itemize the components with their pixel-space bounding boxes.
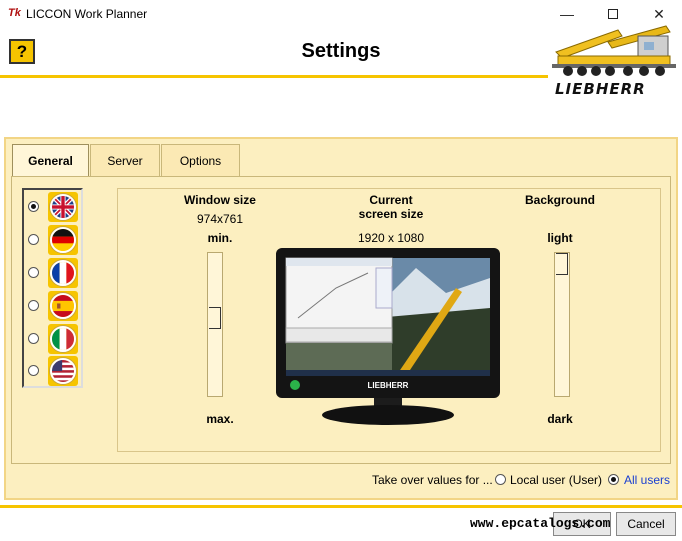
take-over-label: Take over values for ...: [372, 473, 493, 487]
take-over-all-users[interactable]: All users: [606, 471, 676, 489]
language-option-french[interactable]: [26, 258, 78, 288]
france-flag-icon: [50, 260, 76, 286]
language-option-english[interactable]: [26, 192, 78, 222]
screen-size-heading-line1: Current: [369, 193, 413, 207]
background-slider[interactable]: [554, 252, 570, 397]
language-radio[interactable]: [28, 267, 39, 278]
window-size-slider-thumb[interactable]: [209, 307, 221, 329]
screen-size-value: 1920 x 1080: [357, 231, 425, 245]
tk-app-icon: Tk: [8, 7, 21, 19]
background-heading: Background: [524, 193, 595, 207]
close-icon: ✕: [653, 5, 665, 22]
tab-general[interactable]: General: [12, 144, 89, 177]
language-radio[interactable]: [28, 333, 39, 344]
germany-flag-icon: [50, 227, 76, 253]
background-dark-label: dark: [547, 412, 573, 426]
italy-flag-icon: [50, 326, 76, 352]
maximize-icon: [608, 9, 618, 19]
monitor-illustration: LIEBHERR: [276, 248, 500, 425]
language-radio[interactable]: [28, 201, 39, 212]
take-over-all-users-label: All users: [624, 473, 671, 487]
window-title: LICCON Work Planner: [26, 7, 148, 21]
crane-illustration: [552, 25, 676, 76]
tab-server[interactable]: Server: [90, 144, 160, 177]
take-over-radio[interactable]: [608, 474, 619, 485]
window-size-max-label: max.: [206, 412, 234, 426]
take-over-radio[interactable]: [495, 474, 506, 485]
spain-flag-icon: [50, 293, 76, 319]
monitor-brand: LIEBHERR: [368, 381, 409, 390]
language-option-italian[interactable]: [26, 324, 78, 354]
header-divider: [0, 75, 548, 78]
language-option-german[interactable]: [26, 225, 78, 255]
uk-flag-icon: [50, 194, 76, 220]
background-slider-thumb[interactable]: [556, 253, 568, 275]
language-radio[interactable]: [28, 365, 39, 376]
footer-divider: [0, 505, 682, 508]
usa-flag-icon: [50, 358, 76, 384]
background-light-label: light: [547, 231, 573, 245]
cancel-button[interactable]: Cancel: [616, 512, 676, 536]
take-over-local-user-label: Local user (User): [510, 473, 603, 487]
window-size-min-label: min.: [207, 231, 233, 245]
window-size-value: 974x761: [196, 212, 244, 226]
take-over-local-user[interactable]: Local user (User): [493, 471, 613, 489]
language-radio[interactable]: [28, 300, 39, 311]
window-size-slider[interactable]: [207, 252, 223, 397]
watermark: www.epcatalogs.com: [470, 516, 611, 531]
language-option-spanish[interactable]: [26, 291, 78, 321]
brand-logo: LIEBHERR: [555, 80, 646, 98]
language-option-us-english[interactable]: [26, 356, 78, 386]
screen-size-heading-line2: screen size: [358, 207, 424, 221]
minimize-icon: —: [560, 6, 574, 22]
window-size-heading: Window size: [184, 193, 256, 207]
tab-options[interactable]: Options: [161, 144, 240, 177]
language-radio[interactable]: [28, 234, 39, 245]
